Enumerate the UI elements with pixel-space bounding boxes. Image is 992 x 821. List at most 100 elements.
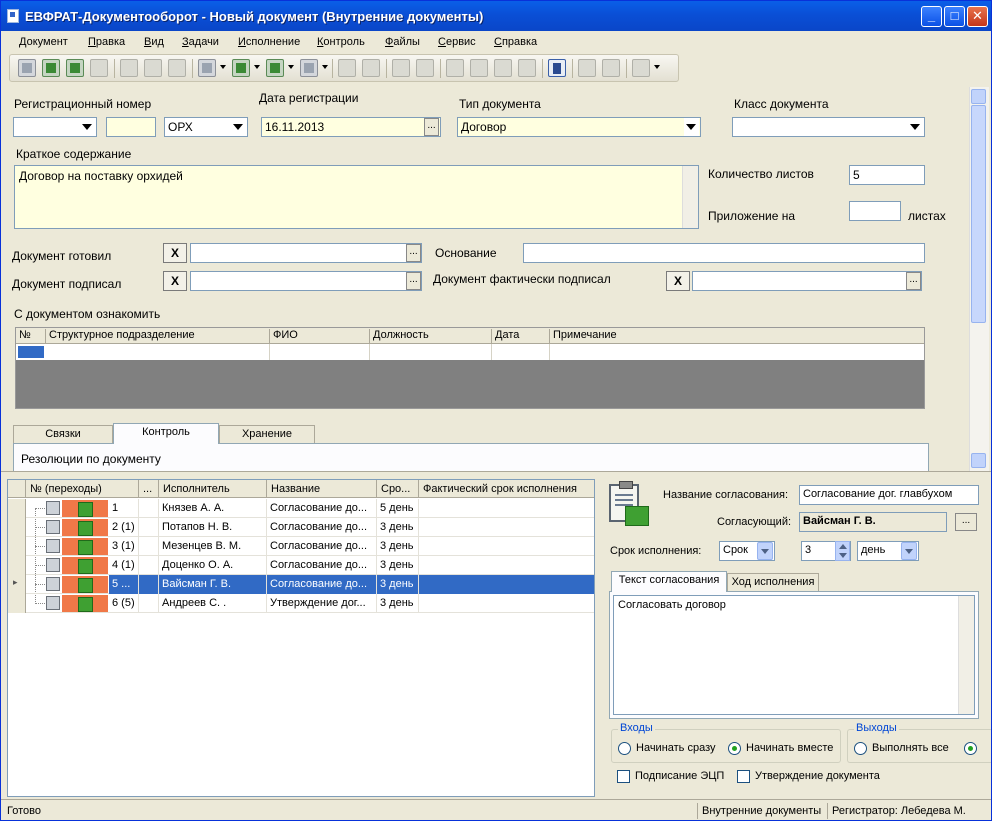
start-now-radio[interactable] [618, 742, 631, 755]
summary-textarea[interactable]: Договор на поставку орхидей [14, 165, 699, 229]
actual-signed-input[interactable] [692, 271, 922, 291]
eds-signing-checkbox[interactable] [617, 770, 630, 783]
doc-class-select[interactable] [732, 117, 925, 137]
table-row[interactable]: 1 Князев А. А. Согласование до... 5 день [8, 499, 594, 518]
save-icon[interactable] [42, 59, 60, 77]
approval-name-input[interactable]: Согласование дог. главбухом [799, 485, 979, 505]
export-icon[interactable] [494, 59, 512, 77]
basis-input[interactable] [523, 243, 925, 263]
current-cell[interactable] [18, 346, 44, 358]
chevron-down-icon[interactable] [322, 65, 328, 69]
save-close-icon[interactable] [66, 59, 84, 77]
col-actual-term[interactable]: Фактический срок исполнения [419, 480, 594, 498]
mail-open-icon[interactable] [416, 59, 434, 77]
print-preview-icon[interactable] [470, 59, 488, 77]
menu-document[interactable]: Документ [19, 36, 68, 48]
menu-control[interactable]: Контроль [317, 36, 365, 48]
menu-files[interactable]: Файлы [385, 36, 420, 48]
splitter[interactable] [1, 471, 991, 477]
maximize-button[interactable]: □ [944, 6, 965, 27]
menu-service[interactable]: Сервис [438, 36, 476, 48]
clipboard-icon[interactable] [198, 59, 216, 77]
signed-input[interactable] [190, 271, 422, 291]
tab-control[interactable]: Контроль [113, 423, 219, 444]
refresh-icon[interactable] [90, 59, 108, 77]
execute-any-radio[interactable] [964, 742, 977, 755]
link-copy-icon[interactable] [362, 59, 380, 77]
tab-storage[interactable]: Хранение [219, 425, 315, 443]
app-icon[interactable] [7, 9, 19, 23]
select-signed-button[interactable]: ... [406, 272, 421, 290]
chevron-down-icon[interactable] [901, 542, 917, 560]
col-department[interactable]: Структурное подразделение [46, 329, 270, 344]
prepared-input[interactable] [190, 243, 422, 263]
scroll-down-icon[interactable] [971, 453, 986, 468]
reg-number-input[interactable] [106, 117, 156, 137]
list-icon[interactable] [632, 59, 650, 77]
col-note[interactable]: Примечание [550, 329, 924, 344]
col-date[interactable]: Дата [492, 329, 550, 344]
approval-text-textarea[interactable]: Согласовать договор [613, 595, 975, 715]
reg-date-input[interactable]: 16.11.2013 [261, 117, 441, 137]
col-step[interactable]: № (переходы) [26, 480, 139, 498]
clear-prepared-button[interactable]: X [163, 243, 187, 263]
approval-text-scrollbar[interactable] [958, 596, 974, 714]
col-executor[interactable]: Исполнитель [159, 480, 267, 498]
link-icon[interactable] [338, 59, 356, 77]
date-picker-button[interactable]: ... [424, 118, 439, 136]
document-icon[interactable] [18, 59, 36, 77]
chevron-down-icon[interactable] [684, 118, 699, 136]
chevron-down-icon[interactable] [654, 65, 660, 69]
term-spinner-icon[interactable] [835, 541, 850, 561]
summary-scrollbar[interactable] [682, 166, 698, 228]
cut-icon[interactable] [120, 59, 138, 77]
execute-all-radio[interactable] [854, 742, 867, 755]
col-fio[interactable]: ФИО [270, 329, 370, 344]
minimize-button[interactable]: _ [921, 6, 942, 27]
table-row[interactable] [16, 344, 924, 360]
chevron-down-icon[interactable] [757, 542, 773, 560]
table-row[interactable]: 3 (1) Мезенцев В. М. Согласование до... … [8, 537, 594, 556]
clear-actual-signed-button[interactable]: X [666, 271, 690, 291]
tab-links[interactable]: Связки [13, 425, 113, 443]
clear-signed-button[interactable]: X [163, 271, 187, 291]
route-icon[interactable] [300, 59, 318, 77]
chevron-down-icon[interactable] [231, 118, 246, 136]
menu-edit[interactable]: Правка [88, 36, 125, 48]
mail-icon[interactable] [392, 59, 410, 77]
scroll-up-icon[interactable] [971, 89, 986, 104]
menu-help[interactable]: Справка [494, 36, 537, 48]
col-term[interactable]: Сро... [377, 480, 419, 498]
chevron-down-icon[interactable] [288, 65, 294, 69]
doc-type-select[interactable]: Договор [457, 117, 701, 137]
execution-icon[interactable] [266, 59, 284, 77]
table-row[interactable]: 4 (1) Доценко О. А. Согласование до... 3… [8, 556, 594, 575]
task-icon[interactable] [232, 59, 250, 77]
tab-approval-text[interactable]: Текст согласования [611, 571, 727, 592]
table-row[interactable]: 6 (5) Андреев С. . Утверждение дог... 3 … [8, 594, 594, 613]
routing-grid[interactable]: № (переходы) ... Исполнитель Название Ср… [7, 479, 595, 797]
menu-view[interactable]: Вид [144, 36, 164, 48]
scroll-thumb[interactable] [971, 105, 986, 323]
print-icon[interactable] [446, 59, 464, 77]
sheets-input[interactable]: 5 [849, 165, 925, 185]
archive-icon[interactable] [602, 59, 620, 77]
select-actual-signed-button[interactable]: ... [906, 272, 921, 290]
form-scrollbar[interactable] [969, 87, 989, 471]
menu-tasks[interactable]: Задачи [182, 36, 219, 48]
card-icon[interactable] [548, 59, 566, 77]
col-name[interactable]: Название [267, 480, 377, 498]
select-approver-button[interactable]: ... [955, 513, 977, 531]
close-button[interactable]: ✕ [967, 6, 988, 27]
tab-progress[interactable]: Ход исполнения [727, 573, 819, 591]
paste-icon[interactable] [168, 59, 186, 77]
acquaint-grid[interactable]: № Структурное подразделение ФИО Должност… [15, 327, 925, 409]
table-row[interactable]: 2 (1) Потапов Н. В. Согласование до... 3… [8, 518, 594, 537]
col-extra[interactable]: ... [139, 480, 159, 498]
start-together-radio[interactable] [728, 742, 741, 755]
doc-approval-checkbox[interactable] [737, 770, 750, 783]
col-position[interactable]: Должность [370, 329, 492, 344]
col-num[interactable]: № [16, 329, 46, 344]
chevron-down-icon[interactable] [908, 118, 923, 136]
copy-icon[interactable] [144, 59, 162, 77]
